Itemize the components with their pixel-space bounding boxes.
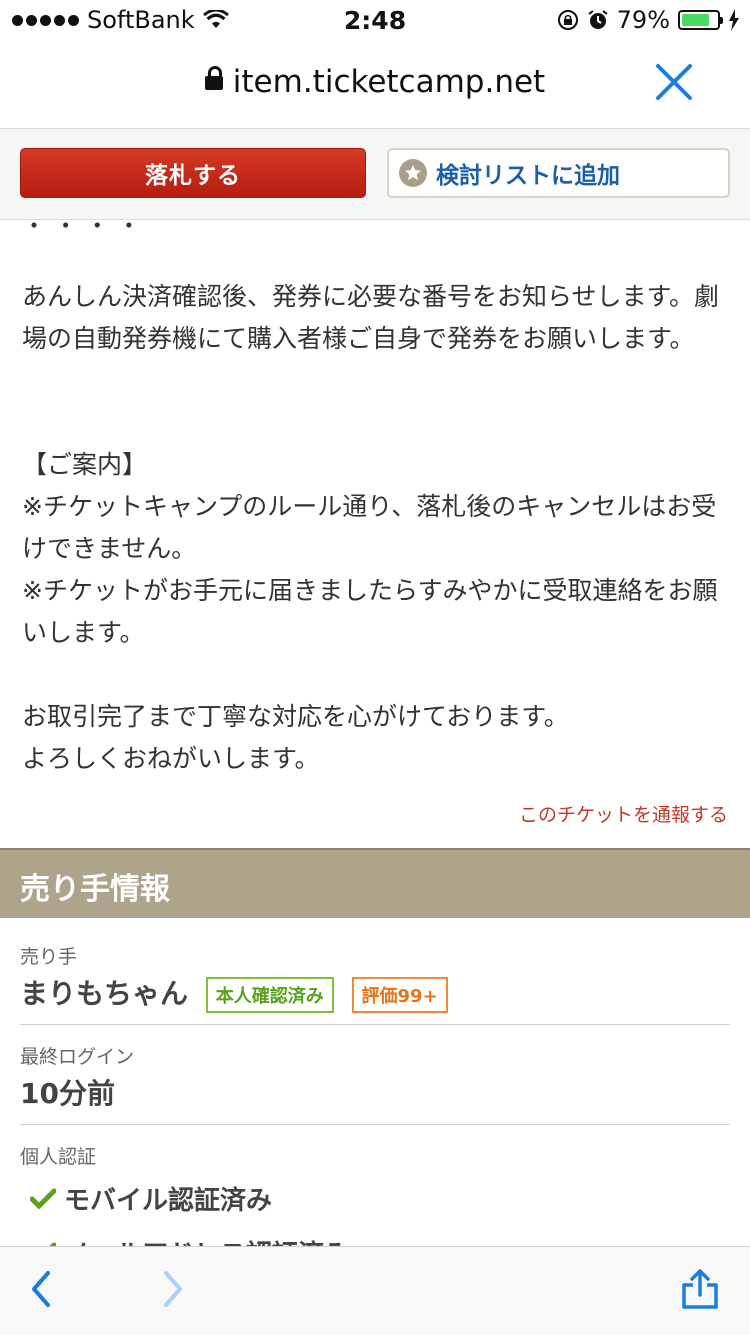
checkmark-icon [30,1188,56,1210]
lock-icon [204,66,223,90]
seller-label: 売り手 [20,946,78,968]
seller-name[interactable]: まりもちゃん [20,977,188,1010]
status-bar: SoftBank 2:48 79% [0,0,750,40]
description-paragraph: あんしん決済確認後、発券に必要な番号をお知らせします。劇場の自動発券機にて購入者… [22,282,720,353]
auth-item-mobile: モバイル認証済み [30,1180,272,1217]
star-icon [399,159,427,187]
battery-icon [678,10,723,30]
forward-arrow-icon[interactable] [160,1269,186,1309]
divider [20,1024,730,1025]
last-login-label: 最終ログイン [20,1046,135,1068]
url-display[interactable]: item.ticketcamp.net [0,64,750,100]
closing-line-1: お取引完了まで丁寧な対応を心がけております。 [22,702,569,731]
status-right: 79% [557,6,740,34]
section-title: 売り手情報 [20,872,170,907]
watchlist-label: 検討リストに追加 [436,163,620,189]
battery-percent: 79% [616,6,670,34]
closing-line-2: よろしくおねがいします。 [22,744,320,773]
clipped-text: ・ ・ ・ ・ [22,220,141,240]
last-login-value: 10分前 [20,1077,115,1110]
bid-button-label: 落札する [145,163,241,189]
seller-section-header: 売り手情報 [0,848,750,918]
add-to-watchlist-button[interactable]: 検討リストに追加 [387,148,730,198]
report-ticket-link[interactable]: このチケットを通報する [519,800,728,827]
verified-badge: 本人確認済み [205,977,334,1013]
close-icon[interactable] [654,62,694,102]
browser-toolbar [0,1246,750,1335]
ticket-description: ・ ・ ・ ・ あんしん決済確認後、発券に必要な番号をお知らせします。劇場の自動… [0,220,750,848]
alarm-icon [588,10,608,29]
share-icon[interactable] [678,1267,722,1311]
action-bar: 落札する 検討リストに追加 [0,129,750,220]
bid-button[interactable]: 落札する [20,148,366,198]
divider [20,1124,730,1125]
notice-cancel: ※チケットキャンプのルール通り、落札後のキャンセルはお受けできません。 [22,492,717,563]
auth-item-label: モバイル認証済み [64,1186,273,1216]
seller-row: まりもちゃん 本人確認済み 評価99+ [20,972,448,1013]
charging-icon [729,9,739,31]
notice-receipt: ※チケットがお手元に届きましたらすみやかに受取連絡をお願いします。 [22,576,718,647]
url-text: item.ticketcamp.net [232,64,546,100]
browser-url-bar: item.ticketcamp.net [0,40,750,129]
notice-title: 【ご案内】 [22,450,148,479]
auth-label: 個人認証 [20,1146,97,1168]
rotation-lock-icon [557,10,578,30]
rating-badge[interactable]: 評価99+ [351,977,448,1013]
back-arrow-icon[interactable] [28,1269,54,1309]
